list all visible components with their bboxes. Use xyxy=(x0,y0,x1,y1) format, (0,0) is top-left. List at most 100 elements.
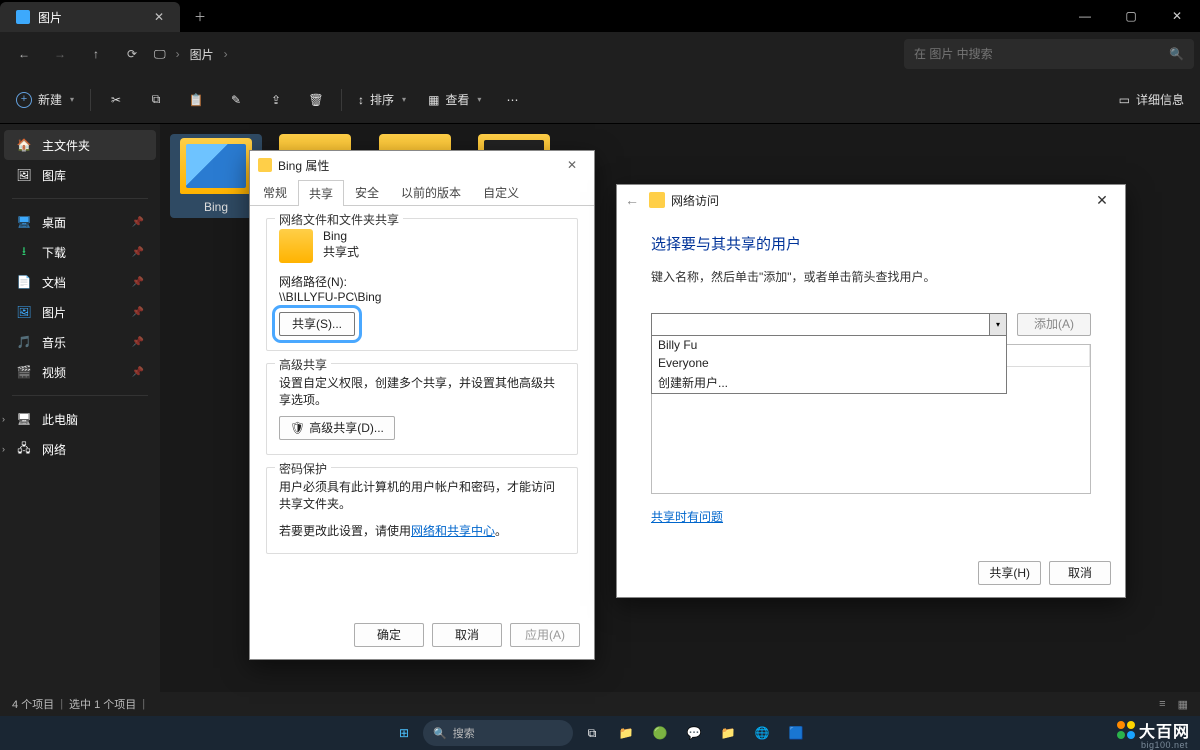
share-button[interactable]: ⇪ xyxy=(257,83,295,117)
close-button[interactable]: ✕ xyxy=(558,158,586,172)
sidebar-item-downloads[interactable]: ⭳下载📌 xyxy=(4,237,156,267)
more-button[interactable]: ⋯ xyxy=(493,83,531,117)
sidebar-label: 桌面 xyxy=(42,214,66,231)
sidebar-item-home[interactable]: 🏠主文件夹 xyxy=(4,130,156,160)
properties-dialog: Bing 属性 ✕ 常规 共享 安全 以前的版本 自定义 网络文件和文件夹共享 … xyxy=(249,150,595,660)
search-box[interactable]: 🔍 xyxy=(904,39,1194,69)
chevron-down-icon: ▾ xyxy=(402,95,406,104)
cut-button[interactable]: ✂ xyxy=(97,83,135,117)
details-icon: ▭ xyxy=(1119,93,1130,107)
details-button[interactable]: ▭ 详细信息 xyxy=(1109,83,1194,117)
dropdown-option[interactable]: 创建新用户... xyxy=(652,372,1006,393)
user-combobox[interactable]: ▾ Billy Fu Everyone 创建新用户... xyxy=(651,313,1007,336)
sidebar-item-gallery[interactable]: 🖼图库 xyxy=(4,160,156,190)
taskbar-app[interactable]: 🟢 xyxy=(645,718,675,748)
tray-chevron-icon[interactable]: ^ xyxy=(1145,727,1150,739)
desktop-icon: 🖥 xyxy=(16,215,32,229)
tab-versions[interactable]: 以前的版本 xyxy=(390,179,472,205)
cancel-button[interactable]: 取消 xyxy=(1049,561,1111,585)
tab-close-icon[interactable]: ✕ xyxy=(154,10,164,24)
search-input[interactable] xyxy=(914,47,1169,61)
pin-icon: 📌 xyxy=(132,307,144,318)
gallery-icon: 🖼 xyxy=(16,168,32,182)
refresh-button[interactable]: ⟳ xyxy=(114,36,150,72)
delete-button[interactable]: 🗑 xyxy=(297,83,335,117)
dialog-footer: 确定 取消 应用(A) xyxy=(354,623,580,647)
maximize-button[interactable]: ▢ xyxy=(1108,0,1154,32)
cancel-button[interactable]: 取消 xyxy=(432,623,502,647)
pin-icon: 📌 xyxy=(132,217,144,228)
plus-circle-icon: + xyxy=(16,92,32,108)
close-button[interactable]: ✕ xyxy=(1087,192,1117,209)
rename-button[interactable]: ✎ xyxy=(217,83,255,117)
share-confirm-button[interactable]: 共享(H) xyxy=(978,561,1041,585)
close-button[interactable]: ✕ xyxy=(1154,0,1200,32)
sidebar-item-desktop[interactable]: 🖥 桌面 📌 xyxy=(4,207,156,237)
back-button[interactable]: ← xyxy=(625,192,639,208)
dialog-hint: 键入名称，然后单击"添加"，或者单击箭头查找用户。 xyxy=(651,268,1091,285)
new-tab-button[interactable]: ＋ xyxy=(180,0,220,32)
chevron-down-icon[interactable]: ▾ xyxy=(989,314,1006,335)
taskbar-search[interactable]: 🔍搜索 xyxy=(423,720,573,746)
ime-lang[interactable]: 英 xyxy=(1160,725,1171,741)
sort-button[interactable]: ↕ 排序 ▾ xyxy=(348,83,416,117)
sidebar-item-thispc[interactable]: ›🖥此电脑 xyxy=(4,404,156,434)
advanced-share-button[interactable]: 🛡高级共享(D)... xyxy=(279,416,395,440)
back-button[interactable]: ← xyxy=(6,36,42,72)
tab-share[interactable]: 共享 xyxy=(298,180,344,206)
view-icon: ▦ xyxy=(428,93,439,107)
folder-icon xyxy=(180,138,252,194)
folder-icon xyxy=(258,158,272,172)
network-center-link[interactable]: 网络和共享中心 xyxy=(411,524,495,538)
tab-custom[interactable]: 自定义 xyxy=(472,179,530,205)
system-tray[interactable]: ^ 英 拼 xyxy=(1145,725,1192,741)
sharing-problem-link[interactable]: 共享时有问题 xyxy=(651,508,723,525)
tab-title: 图片 xyxy=(38,9,62,26)
taskbar-app[interactable]: 🟦 xyxy=(781,718,811,748)
view-list-icon[interactable]: ≡ xyxy=(1159,698,1165,710)
sidebar-item-music[interactable]: 🎵音乐📌 xyxy=(4,327,156,357)
tab-pictures[interactable]: 图片 ✕ xyxy=(0,2,180,32)
taskbar-app[interactable]: 💬 xyxy=(679,718,709,748)
ok-button[interactable]: 确定 xyxy=(354,623,424,647)
tab-general[interactable]: 常规 xyxy=(252,179,298,205)
up-button[interactable]: ↑ xyxy=(78,36,114,72)
dropdown-option[interactable]: Billy Fu xyxy=(652,336,1006,354)
path-label: 网络路径(N): xyxy=(279,273,565,290)
group-text: 用户必须具有此计算机的用户帐户和密码，才能访问共享文件夹。 xyxy=(279,478,565,512)
breadcrumb[interactable]: 🖵 › 图片 › xyxy=(154,46,228,63)
pin-icon: 📌 xyxy=(132,367,144,378)
dropdown-option[interactable]: Everyone xyxy=(652,354,1006,372)
copy-button[interactable]: ⧉ xyxy=(137,83,175,117)
dialog-header[interactable]: ← 网络访问 ✕ xyxy=(617,185,1125,215)
apply-button[interactable]: 应用(A) xyxy=(510,623,580,647)
pictures-icon: 🖼 xyxy=(16,305,32,319)
chevron-right-icon: › xyxy=(176,47,180,61)
sidebar-item-pictures[interactable]: 🖼图片📌 xyxy=(4,297,156,327)
sidebar-item-network[interactable]: ›🖧网络 xyxy=(4,434,156,464)
taskbar-app[interactable]: 🌐 xyxy=(747,718,777,748)
sidebar-item-videos[interactable]: 🎬视频📌 xyxy=(4,357,156,387)
sidebar-item-documents[interactable]: 📄文档📌 xyxy=(4,267,156,297)
taskbar-app[interactable]: 📁 xyxy=(611,718,641,748)
dialog-title: Bing 属性 xyxy=(278,157,329,174)
minimize-button[interactable]: ― xyxy=(1062,0,1108,32)
paste-button[interactable]: 📋 xyxy=(177,83,215,117)
status-bar: 4 个项目 | 选中 1 个项目 | ≡ ▦ xyxy=(0,692,1200,716)
view-button[interactable]: ▦ 查看 ▾ xyxy=(418,83,491,117)
breadcrumb-item[interactable]: 图片 xyxy=(190,46,214,63)
item-count: 4 个项目 xyxy=(12,696,54,712)
add-button[interactable]: 添加(A) xyxy=(1017,313,1091,336)
task-view-button[interactable]: ⧉ xyxy=(577,718,607,748)
ime-mode[interactable]: 拼 xyxy=(1181,725,1192,741)
new-button[interactable]: + 新建 ▾ xyxy=(6,83,84,117)
view-grid-icon[interactable]: ▦ xyxy=(1178,698,1188,711)
share-button[interactable]: 共享(S)... xyxy=(279,312,355,336)
dialog-titlebar[interactable]: Bing 属性 ✕ xyxy=(250,151,594,179)
start-button[interactable]: ⊞ xyxy=(389,718,419,748)
user-input[interactable] xyxy=(652,314,989,335)
tab-security[interactable]: 安全 xyxy=(344,179,390,205)
forward-button[interactable]: → xyxy=(42,36,78,72)
taskbar-app[interactable]: 📁 xyxy=(713,718,743,748)
new-label: 新建 xyxy=(38,91,62,108)
